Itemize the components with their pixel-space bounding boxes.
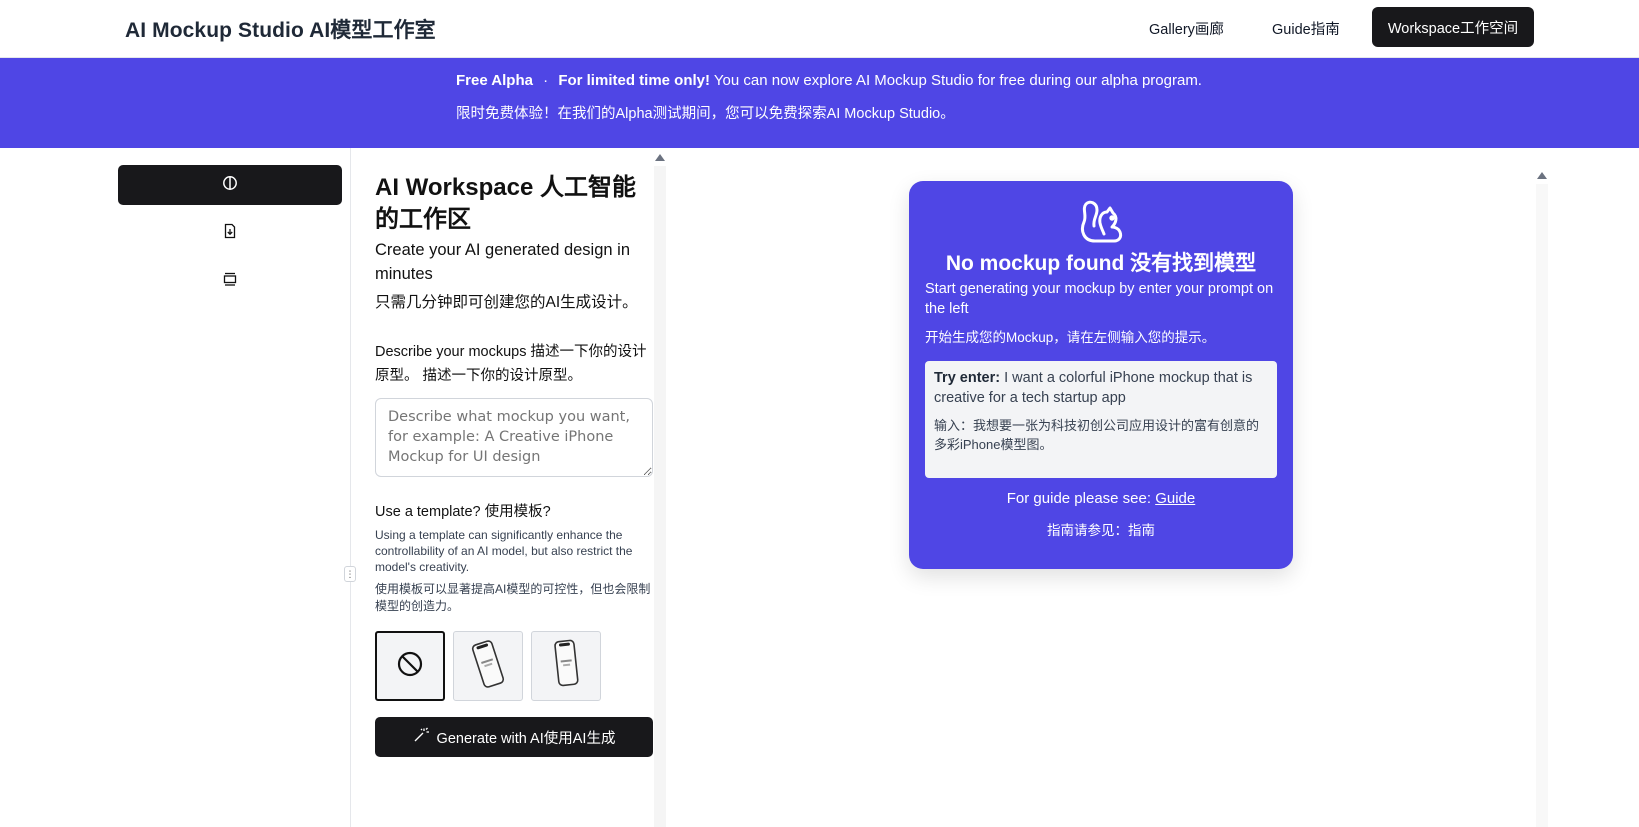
- guide-hint: For guide please see: Guide: [909, 490, 1293, 507]
- form-scroll-up-arrow[interactable]: [655, 154, 665, 161]
- empty-state-title: No mockup found 没有找到模型: [945, 252, 1257, 275]
- preview-scrollbar[interactable]: [1536, 184, 1548, 827]
- banner-message-cn: 限时免费体验！在我们的Alpha测试期间，您可以免费探索AI Mockup St…: [456, 106, 955, 122]
- top-navbar: AI Mockup Studio AI模型工作室 Gallery画廊 Guide…: [0, 0, 1639, 58]
- form-scrollbar[interactable]: [654, 166, 666, 827]
- sidebar-item-gallery[interactable]: [118, 261, 342, 301]
- page-subtitle-cn: 只需几分钟即可创建您的AI生成设计。: [375, 294, 638, 311]
- page-subtitle: Create your AI generated design in minut…: [375, 241, 631, 283]
- prompt-input[interactable]: [375, 398, 653, 477]
- resize-handle[interactable]: ⋮: [344, 566, 356, 582]
- sidebar-item-workspace[interactable]: [118, 165, 342, 205]
- template-none[interactable]: [375, 631, 445, 701]
- guide-hint-text: For guide please see:: [1006, 490, 1152, 507]
- workspace-form: AI Workspace 人工智能的工作区 Create your AI gen…: [375, 172, 653, 757]
- banner-message: Free Alpha · For limited time only! You …: [456, 72, 1202, 89]
- banner-highlight: For limited time only!: [558, 72, 710, 89]
- guide-link[interactable]: Guide: [1155, 490, 1195, 507]
- no-template-icon: [396, 650, 424, 683]
- contrast-icon: [222, 175, 238, 196]
- promo-banner: Free Alpha · For limited time only! You …: [0, 58, 1639, 148]
- template-options: [375, 631, 653, 701]
- sidebar: [118, 165, 342, 309]
- empty-state-subtitle-cn: 开始生成您的Mockup，请在左侧输入您的提示。: [925, 330, 1216, 345]
- file-download-icon: [222, 223, 238, 244]
- magic-wand-icon: [413, 727, 429, 747]
- template-iphone-standing[interactable]: [531, 631, 601, 701]
- template-iphone-tilted[interactable]: [453, 631, 523, 701]
- example-prompt-box: Try enter: I want a colorful iPhone mock…: [925, 361, 1277, 478]
- generate-button[interactable]: Generate with AI使用AI生成: [375, 717, 653, 757]
- brand-logo[interactable]: AI Mockup Studio AI模型工作室: [125, 14, 436, 44]
- empty-state-card: No mockup found 没有找到模型 Start generating …: [909, 181, 1293, 569]
- generate-button-label: Generate with AI使用AI生成: [436, 730, 616, 747]
- banner-separator: ·: [543, 72, 549, 89]
- sidebar-item-download[interactable]: [118, 213, 342, 253]
- template-description-cn: 使用模板可以显著提高AI模型的可控性，但也会限制模型的创造力。: [375, 582, 651, 613]
- iphone-standing-thumbnail: [544, 636, 588, 697]
- iphone-tilted-thumbnail: [466, 636, 510, 697]
- empty-state-subtitle: Start generating your mockup by enter yo…: [925, 281, 1274, 317]
- panel-divider: [350, 148, 351, 827]
- prompt-label: Describe your mockups 描述一下你的设计原型。 描述一下你的…: [375, 344, 647, 384]
- template-label: Use a template? 使用模板?: [375, 504, 551, 520]
- page-title: AI Workspace 人工智能的工作区: [375, 174, 636, 233]
- nav-gallery-link[interactable]: Gallery画廊: [1149, 18, 1224, 39]
- gallery-icon: [222, 271, 238, 292]
- example-prompt-cn: 输入：我想要一张为科技初创公司应用设计的富有创意的多彩iPhone模型图。: [934, 418, 1260, 452]
- banner-tag: Free Alpha: [456, 72, 533, 89]
- banner-text: You can now explore AI Mockup Studio for…: [713, 72, 1202, 89]
- template-description: Using a template can significantly enhan…: [375, 528, 633, 574]
- nav-guide-link[interactable]: Guide指南: [1272, 18, 1340, 39]
- guide-hint-cn: 指南请参见：指南: [1047, 523, 1155, 538]
- example-prompt: Try enter: I want a colorful iPhone mock…: [934, 368, 1268, 408]
- preview-scroll-up-arrow[interactable]: [1537, 172, 1547, 179]
- nav-workspace-button[interactable]: Workspace工作空间: [1372, 7, 1534, 47]
- squirrel-icon: [1076, 197, 1126, 247]
- example-prompt-label: Try enter:: [934, 370, 1001, 386]
